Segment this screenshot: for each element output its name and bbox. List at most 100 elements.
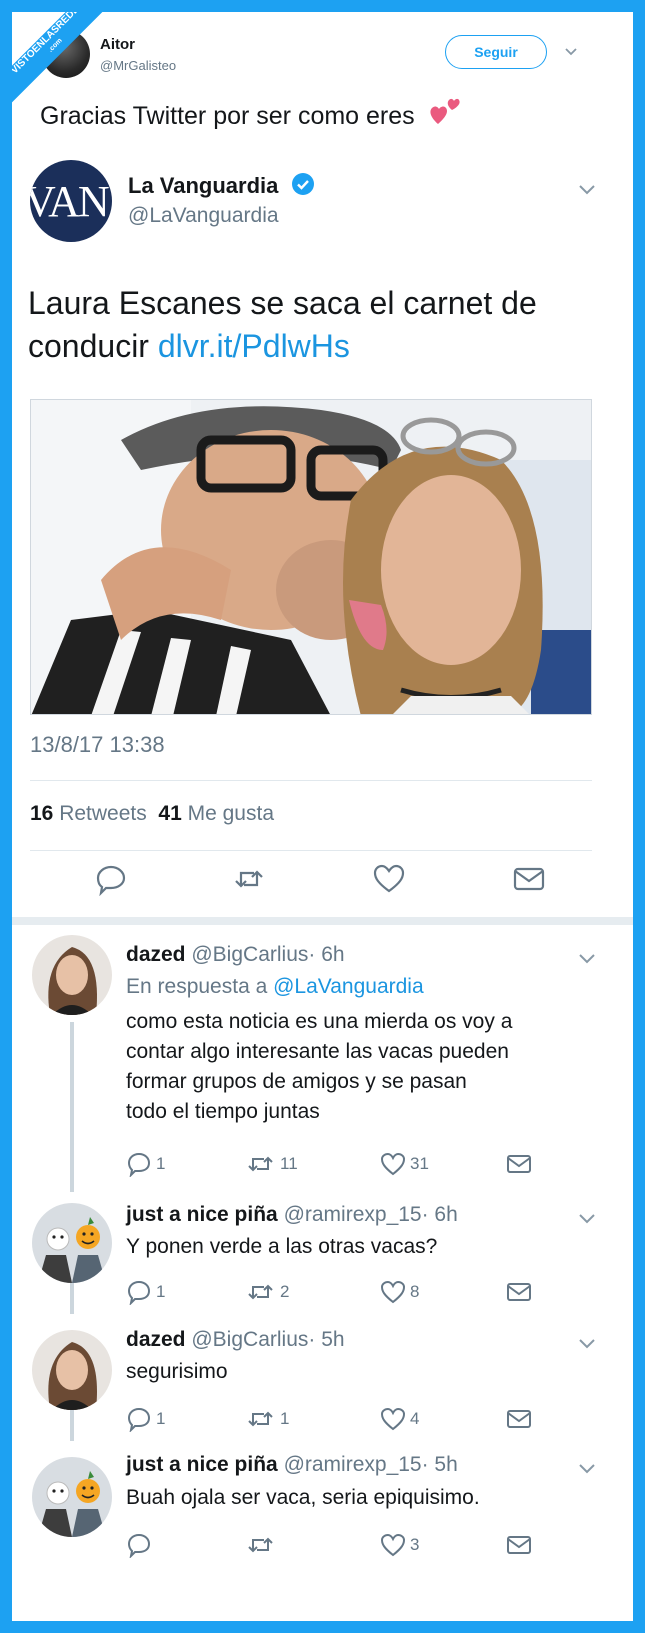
- reply-time[interactable]: · 6h: [422, 1203, 458, 1226]
- retweet-icon: [248, 1156, 273, 1172]
- retweet-count[interactable]: 16: [30, 802, 53, 825]
- retweet-button[interactable]: 2: [246, 1278, 289, 1306]
- heart-icon: [380, 1407, 406, 1431]
- message-icon[interactable]: [512, 862, 546, 896]
- reply-time[interactable]: · 5h: [308, 1328, 344, 1351]
- reply-time[interactable]: · 6h: [308, 943, 344, 966]
- chevron-down-icon[interactable]: [576, 1332, 598, 1354]
- heart-icon[interactable]: [372, 862, 406, 896]
- reply-text: Buah ojala ser vaca, seria epiquisimo.: [126, 1483, 606, 1513]
- chevron-down-icon[interactable]: [576, 1457, 598, 1479]
- reply-button[interactable]: [126, 1531, 156, 1559]
- retweet-count: 11: [280, 1154, 298, 1173]
- reply-text-line: contar algo interesante las vacas pueden: [126, 1040, 509, 1063]
- tweet-link[interactable]: dlvr.it/PdlwHs: [158, 328, 350, 364]
- chevron-down-icon[interactable]: [562, 42, 580, 60]
- section-separator: [12, 917, 633, 925]
- reply-tweet[interactable]: just a nice piña @ramirexp_15· 5h Buah o…: [12, 1449, 633, 1609]
- tweet-actions: [12, 862, 633, 906]
- tweet-timestamp[interactable]: 13/8/17 13:38: [30, 732, 165, 758]
- message-icon: [507, 1536, 531, 1554]
- avatar[interactable]: [32, 1203, 112, 1283]
- author-name[interactable]: Aitor: [100, 36, 135, 53]
- like-button[interactable]: 31: [380, 1150, 429, 1178]
- author-handle[interactable]: @ramirexp_15: [284, 1453, 422, 1476]
- reply-actions: 1 2 8: [126, 1278, 606, 1308]
- retweet-icon: [248, 1284, 273, 1300]
- divider: [30, 780, 592, 781]
- reply-actions: 3: [126, 1531, 606, 1561]
- avatar[interactable]: [32, 935, 112, 1015]
- avatar-image: [32, 1457, 112, 1537]
- like-button[interactable]: 4: [380, 1405, 419, 1433]
- chevron-down-icon[interactable]: [576, 947, 598, 969]
- reply-time[interactable]: · 5h: [422, 1453, 458, 1476]
- reply-count: 1: [156, 1282, 166, 1301]
- avatar[interactable]: [32, 1457, 112, 1537]
- retweet-button[interactable]: 11: [246, 1150, 298, 1178]
- author-handle[interactable]: @BigCarlius: [191, 943, 308, 966]
- author-name[interactable]: just a nice piña: [126, 1453, 278, 1476]
- retweet-count-label[interactable]: Retweets: [59, 802, 147, 825]
- message-button[interactable]: [506, 1531, 532, 1559]
- author-name[interactable]: dazed: [126, 1328, 186, 1351]
- tweet-photo[interactable]: [30, 399, 592, 715]
- two-hearts-icon: [430, 98, 460, 124]
- reply-text-line: Buah ojala ser vaca, seria epiquisimo.: [126, 1486, 480, 1509]
- like-button[interactable]: 3: [380, 1531, 419, 1559]
- reply-button[interactable]: 1: [126, 1150, 165, 1178]
- author-name[interactable]: just a nice piña: [126, 1203, 278, 1226]
- retweet-button[interactable]: [246, 1531, 280, 1559]
- author-handle[interactable]: @BigCarlius: [191, 1328, 308, 1351]
- reply-icon: [127, 1407, 151, 1432]
- reply-text-line: formar grupos de amigos y se pasan: [126, 1070, 467, 1093]
- reply-to-link[interactable]: @LaVanguardia: [273, 975, 424, 998]
- retweet-icon: [248, 1537, 273, 1553]
- reply-text-line: Y ponen verde a las otras vacas?: [126, 1235, 438, 1258]
- reply-text: como esta noticia es una mierda os voy a…: [126, 1007, 606, 1127]
- reply-tweet[interactable]: dazed @BigCarlius· 6h En respuesta a @La…: [12, 925, 633, 1195]
- retweet-count: 1: [280, 1409, 290, 1428]
- author-handle[interactable]: @ramirexp_15: [284, 1203, 422, 1226]
- avatar-image: [32, 935, 112, 1015]
- retweet-icon[interactable]: [232, 862, 266, 896]
- heart-icon: [380, 1533, 406, 1557]
- avatar-image: [32, 1330, 112, 1410]
- message-button[interactable]: [506, 1150, 532, 1178]
- quoted-tweet[interactable]: VAN La Vanguardia @LaVanguardia Laura Es…: [12, 142, 633, 917]
- tweet-frame: VISTOENLASREDES .com Aitor @MrGalisteo S…: [12, 12, 633, 1621]
- author-handle[interactable]: @LaVanguardia: [128, 204, 279, 228]
- reply-text-line: todo el tiempo juntas: [126, 1100, 320, 1123]
- like-button[interactable]: 8: [380, 1278, 419, 1306]
- follow-button[interactable]: Seguir: [445, 35, 547, 69]
- reply-button[interactable]: 1: [126, 1278, 165, 1306]
- message-icon: [507, 1410, 531, 1428]
- like-count[interactable]: 41: [158, 802, 181, 825]
- reply-icon: [127, 1152, 151, 1177]
- author-name-text: La Vanguardia: [128, 173, 279, 198]
- chevron-down-icon[interactable]: [576, 1207, 598, 1229]
- message-button[interactable]: [506, 1405, 532, 1433]
- reply-tweet[interactable]: dazed @BigCarlius· 5h segurisimo 1 1 4: [12, 1322, 633, 1449]
- message-button[interactable]: [506, 1278, 532, 1306]
- reply-button[interactable]: 1: [126, 1405, 165, 1433]
- like-count-label[interactable]: Me gusta: [188, 802, 274, 825]
- tweet-stats: 16 Retweets 41 Me gusta: [30, 802, 274, 826]
- heart-icon: [380, 1152, 406, 1176]
- reply-icon: [127, 1280, 151, 1305]
- author-handle[interactable]: @MrGalisteo: [100, 58, 176, 73]
- reply-icon[interactable]: [94, 862, 128, 896]
- reply-text-line: como esta noticia es una mierda os voy a: [126, 1010, 513, 1033]
- chevron-down-icon[interactable]: [576, 178, 598, 200]
- avatar[interactable]: [32, 1330, 112, 1410]
- avatar[interactable]: VAN: [30, 160, 112, 242]
- reply-tweet[interactable]: just a nice piña @ramirexp_15· 6h Y pone…: [12, 1195, 633, 1322]
- retweet-count: 2: [280, 1282, 290, 1301]
- heart-icon: [380, 1280, 406, 1304]
- photo-image: [31, 400, 591, 714]
- reply-text: Y ponen verde a las otras vacas?: [126, 1232, 606, 1262]
- author-name[interactable]: La Vanguardia: [128, 172, 315, 199]
- author-name[interactable]: dazed: [126, 943, 186, 966]
- reply-header: just a nice piña @ramirexp_15· 6h: [126, 1203, 458, 1227]
- retweet-button[interactable]: 1: [246, 1405, 289, 1433]
